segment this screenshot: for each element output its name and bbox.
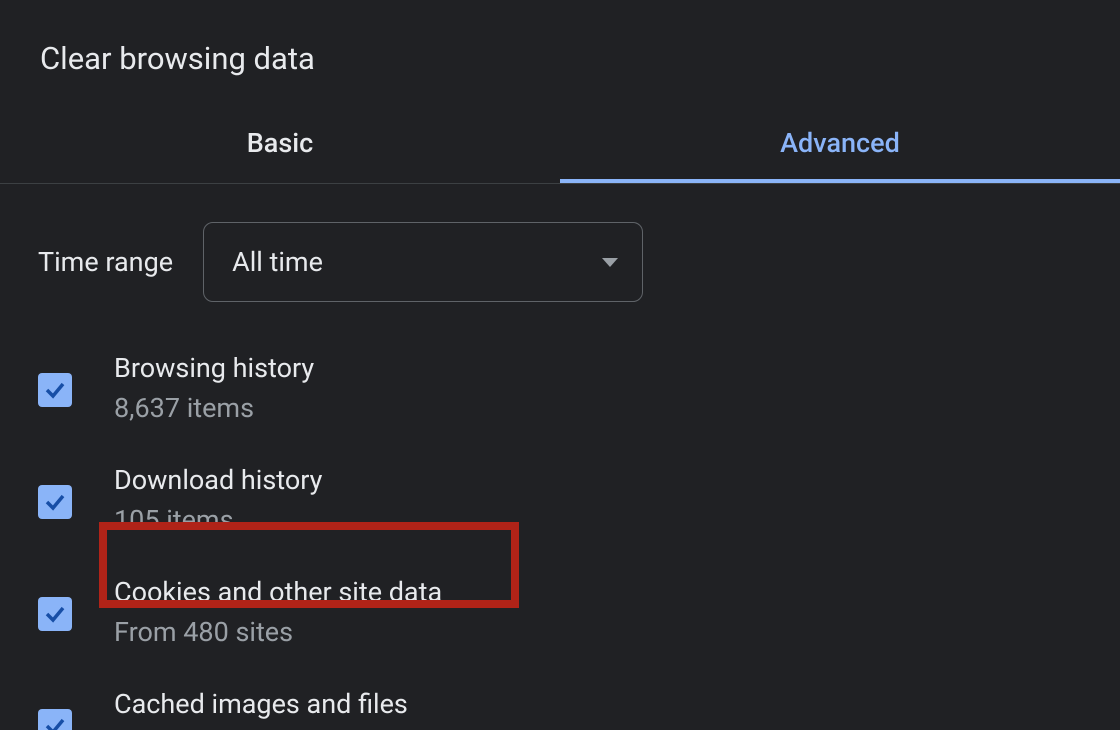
option-cookies[interactable]: Cookies and other site data From 480 sit… bbox=[38, 556, 1082, 668]
time-range-select[interactable]: All time bbox=[203, 222, 643, 302]
option-browsing-history[interactable]: Browsing history 8,637 items bbox=[38, 332, 1082, 444]
dialog-content: Time range All time Browsing history 8,6… bbox=[0, 184, 1120, 730]
time-range-selected-value: All time bbox=[232, 246, 323, 278]
option-title: Cookies and other site data bbox=[114, 576, 442, 608]
checkbox-browsing-history[interactable] bbox=[38, 373, 72, 407]
tab-advanced[interactable]: Advanced bbox=[560, 112, 1120, 183]
clear-browsing-data-dialog: Clear browsing data Basic Advanced Time … bbox=[0, 0, 1120, 730]
option-title: Download history bbox=[114, 464, 322, 496]
tabs: Basic Advanced bbox=[0, 112, 1120, 184]
option-text: Cached images and files 292 MB bbox=[114, 688, 408, 730]
checkbox-download-history[interactable] bbox=[38, 485, 72, 519]
option-download-history[interactable]: Download history 105 items bbox=[38, 444, 1082, 556]
option-subtitle: From 480 sites bbox=[114, 616, 442, 648]
chevron-down-icon bbox=[602, 258, 618, 267]
checkbox-cookies[interactable] bbox=[38, 597, 72, 631]
checkbox-cached-images[interactable] bbox=[38, 709, 72, 730]
check-icon bbox=[43, 714, 67, 730]
option-subtitle: 105 items bbox=[114, 504, 322, 536]
option-title: Browsing history bbox=[114, 352, 314, 384]
option-text: Cookies and other site data From 480 sit… bbox=[114, 576, 442, 648]
option-text: Browsing history 8,637 items bbox=[114, 352, 314, 424]
check-icon bbox=[43, 602, 67, 626]
check-icon bbox=[43, 490, 67, 514]
option-subtitle: 8,637 items bbox=[114, 392, 314, 424]
tab-basic[interactable]: Basic bbox=[0, 112, 560, 183]
time-range-row: Time range All time bbox=[38, 204, 1082, 332]
check-icon bbox=[43, 378, 67, 402]
dialog-title: Clear browsing data bbox=[0, 0, 1120, 77]
option-title: Cached images and files bbox=[114, 688, 408, 720]
option-text: Download history 105 items bbox=[114, 464, 322, 536]
time-range-label: Time range bbox=[38, 246, 173, 278]
option-cached-images[interactable]: Cached images and files 292 MB bbox=[38, 668, 1082, 730]
